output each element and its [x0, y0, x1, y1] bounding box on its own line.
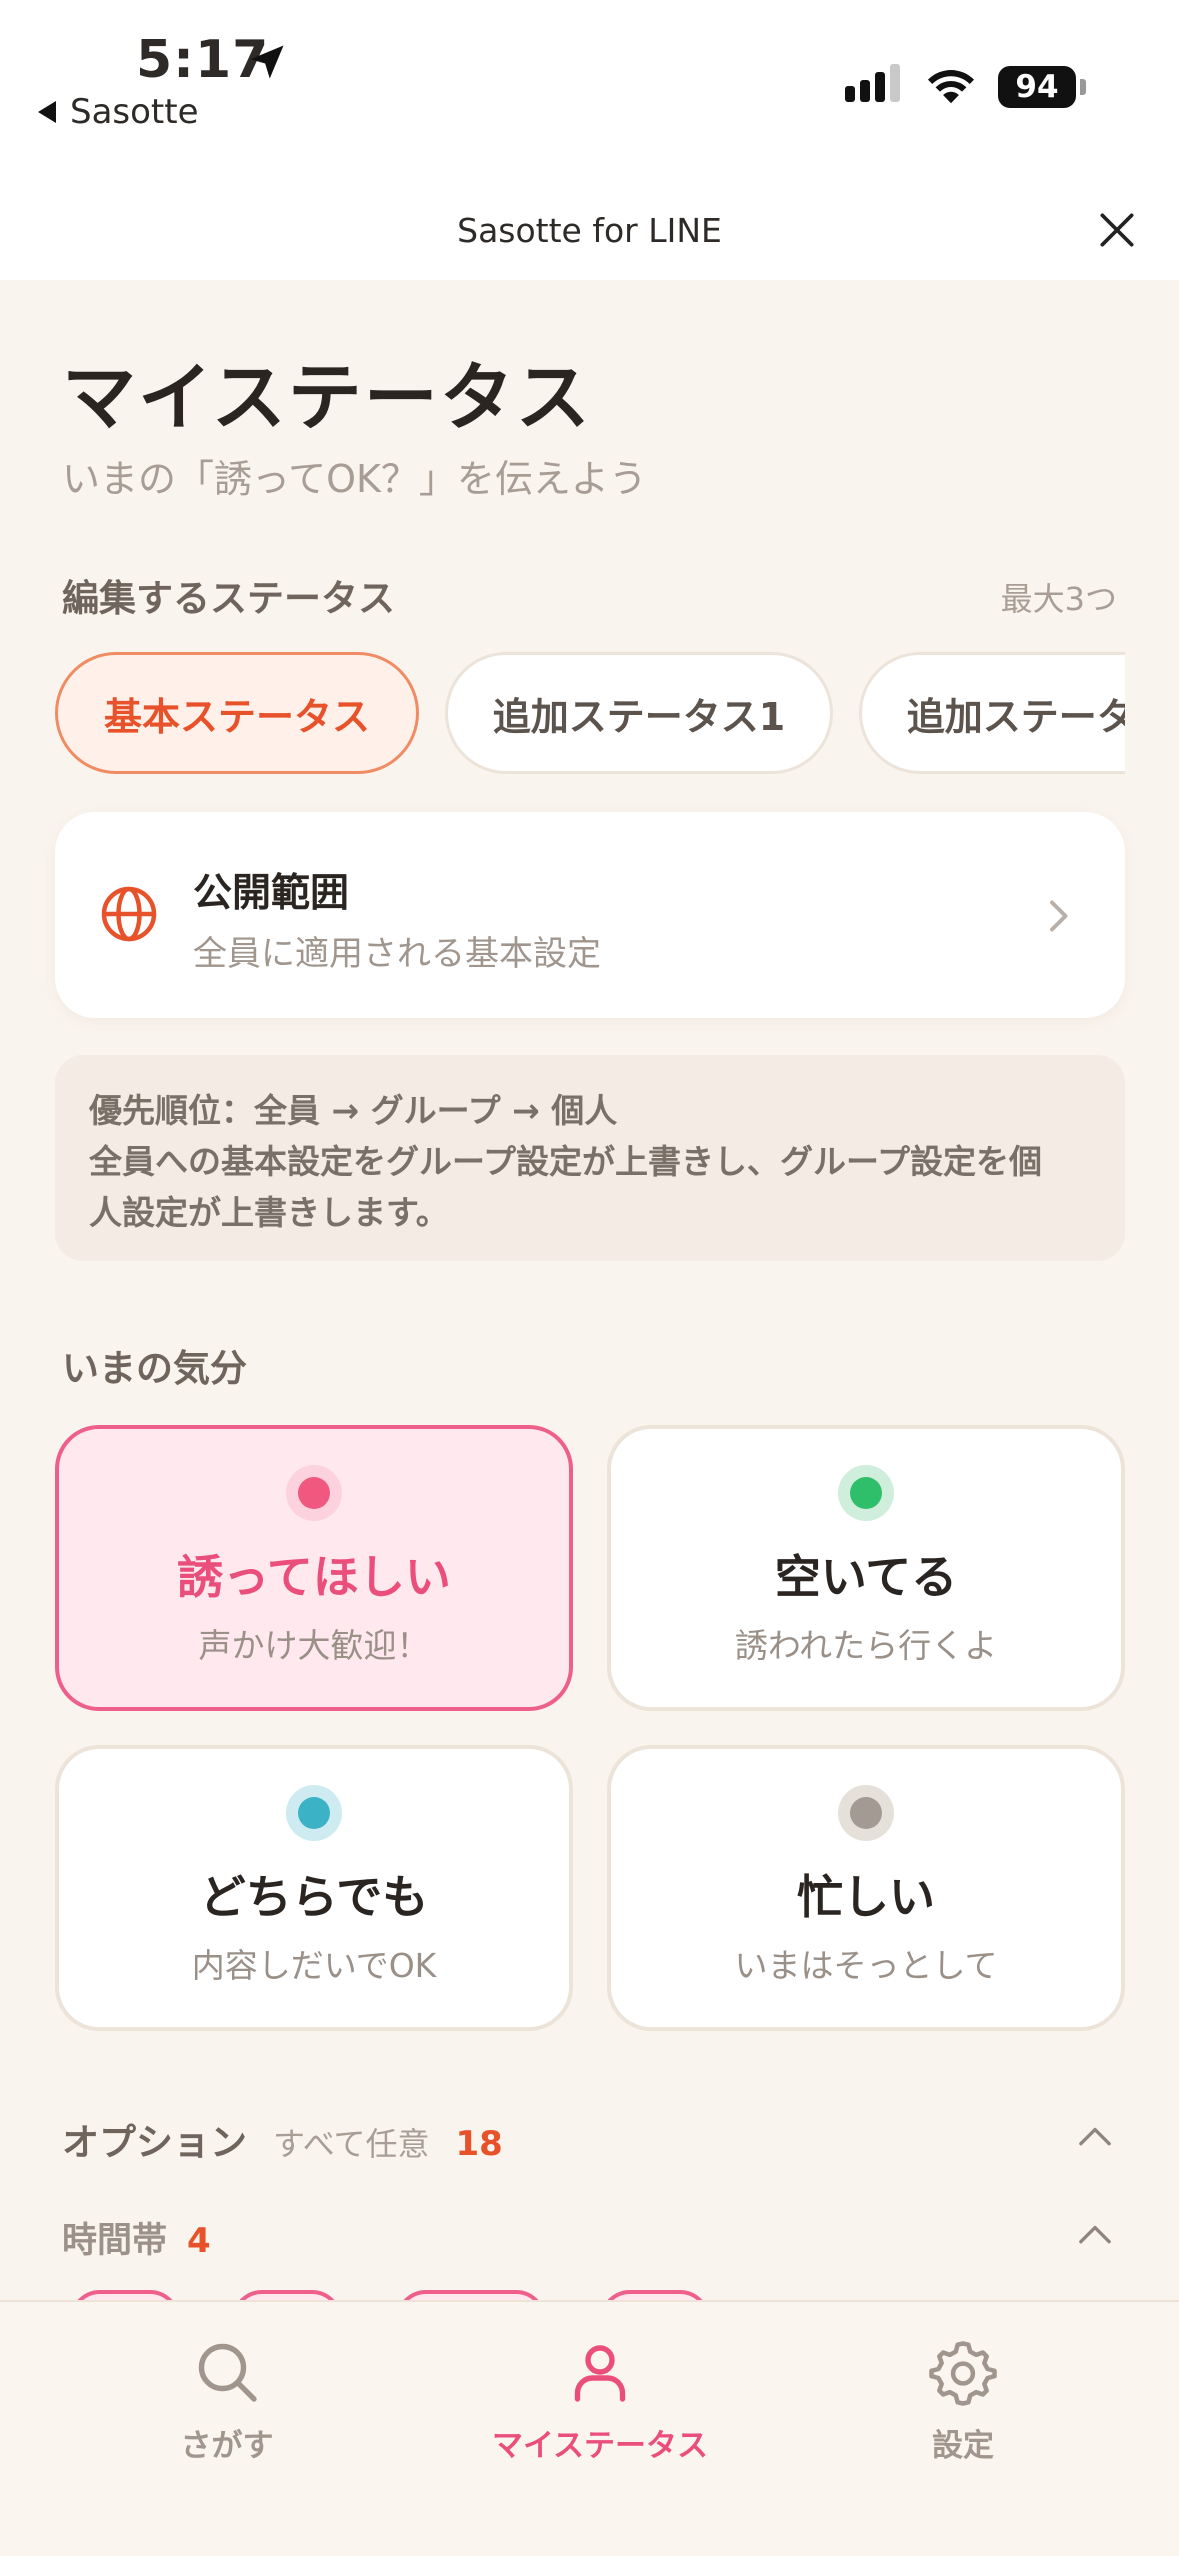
scope-subtitle: 全員に適用される基本設定 — [193, 934, 601, 974]
mood-grid: 誘ってほしい 声かけ大歓迎！ 空いてる 誘われたら行くよ どちらでも 内容しだい… — [55, 1425, 1125, 2031]
status-bar: 5:17 Sasotte 94 — [0, 0, 1179, 180]
edit-status-max: 最大3つ — [1000, 580, 1117, 618]
time-slot-label: 時間帯 — [62, 2221, 168, 2261]
mood-option-either[interactable]: どちらでも 内容しだいでOK — [55, 1745, 573, 2031]
close-icon[interactable] — [1095, 208, 1139, 252]
pink-dot-icon — [298, 1477, 330, 1509]
tab-settings[interactable]: 設定 — [813, 2336, 1113, 2465]
back-app-label: Sasotte — [70, 92, 199, 132]
chevron-up-icon[interactable] — [1077, 2124, 1113, 2148]
mood-dot-halo — [838, 1465, 894, 1521]
time-slot-count: 4 — [187, 2221, 211, 2261]
page-subtitle: いまの「誘ってOK？」を伝えよう — [62, 457, 647, 501]
gray-dot-icon — [850, 1797, 882, 1829]
tab-label: 設定 — [932, 2428, 994, 2464]
mood-subtitle: いまはそっとして — [734, 1946, 998, 1985]
green-dot-icon — [850, 1477, 882, 1509]
tab-my-status[interactable]: マイステータス — [450, 2336, 750, 2465]
info-line-2: 全員への基本設定をグループ設定が上書きし、グループ設定を個 — [89, 1142, 1043, 1181]
location-arrow-icon — [250, 45, 284, 79]
mood-option-free[interactable]: 空いてる 誘われたら行くよ — [607, 1425, 1125, 1711]
options-count: 18 — [455, 2124, 503, 2164]
tab-additional-status-1[interactable]: 追加ステータス1 — [445, 652, 833, 774]
mood-option-want-invite[interactable]: 誘ってほしい 声かけ大歓迎！ — [55, 1425, 573, 1711]
wifi-icon — [927, 70, 975, 104]
info-line-3: 人設定が上書きします。 — [89, 1193, 449, 1232]
info-line-1: 優先順位：全員 → グループ → 個人 — [89, 1091, 618, 1130]
battery-tip — [1080, 79, 1086, 95]
status-tabs: 基本ステータス 追加ステータス1 追加ステータス2 — [55, 652, 1125, 776]
visibility-scope-card[interactable]: 公開範囲 全員に適用される基本設定 — [55, 812, 1125, 1018]
person-icon — [574, 2345, 626, 2402]
tab-label: さがす — [180, 2428, 274, 2464]
tab-additional-status-2[interactable]: 追加ステータス2 — [859, 652, 1125, 774]
mood-subtitle: 声かけ大歓迎！ — [198, 1626, 430, 1665]
mood-dot-halo — [286, 1785, 342, 1841]
mood-dot-halo — [286, 1465, 342, 1521]
time-slot-header[interactable]: 時間帯 4 — [62, 2212, 211, 2263]
mood-title: どちらでも — [199, 1870, 429, 1924]
cellular-signal-icon — [845, 64, 900, 102]
teal-dot-icon — [298, 1797, 330, 1829]
battery-indicator: 94 — [998, 66, 1076, 108]
tab-search[interactable]: さがす — [77, 2336, 377, 2465]
globe-icon — [101, 886, 157, 942]
mood-title: 空いてる — [774, 1550, 958, 1604]
mood-title: 忙しい — [797, 1870, 935, 1924]
priority-info-box: 優先順位：全員 → グループ → 個人 全員への基本設定をグループ設定が上書きし… — [55, 1055, 1125, 1261]
app-header: Sasotte for LINE — [0, 180, 1179, 280]
back-triangle-icon — [38, 101, 56, 123]
gear-icon — [929, 2341, 997, 2406]
search-icon — [198, 2343, 257, 2402]
edit-status-label: 編集するステータス — [62, 577, 395, 620]
options-label: オプション — [62, 2121, 247, 2164]
tab-basic-status[interactable]: 基本ステータス — [55, 652, 419, 774]
chevron-up-icon[interactable] — [1077, 2222, 1113, 2246]
mood-subtitle: 誘われたら行くよ — [734, 1626, 998, 1665]
options-note: すべて任意 — [273, 2125, 430, 2163]
scope-title: 公開範囲 — [193, 871, 350, 916]
mood-title: 誘ってほしい — [177, 1550, 451, 1604]
mood-dot-halo — [838, 1785, 894, 1841]
chevron-right-icon — [1050, 900, 1068, 932]
bottom-tab-bar: さがす マイステータス 設定 — [0, 2300, 1179, 2556]
header-title: Sasotte for LINE — [457, 210, 722, 250]
mood-option-busy[interactable]: 忙しい いまはそっとして — [607, 1745, 1125, 2031]
page-title: マイステータス — [62, 355, 592, 441]
back-to-app-link[interactable]: Sasotte — [38, 92, 199, 132]
mood-subtitle: 内容しだいでOK — [191, 1946, 437, 1985]
mood-section-label: いまの気分 — [62, 1347, 247, 1390]
options-header[interactable]: オプション すべて任意 18 — [62, 2112, 503, 2166]
tab-label: マイステータス — [491, 2428, 709, 2464]
